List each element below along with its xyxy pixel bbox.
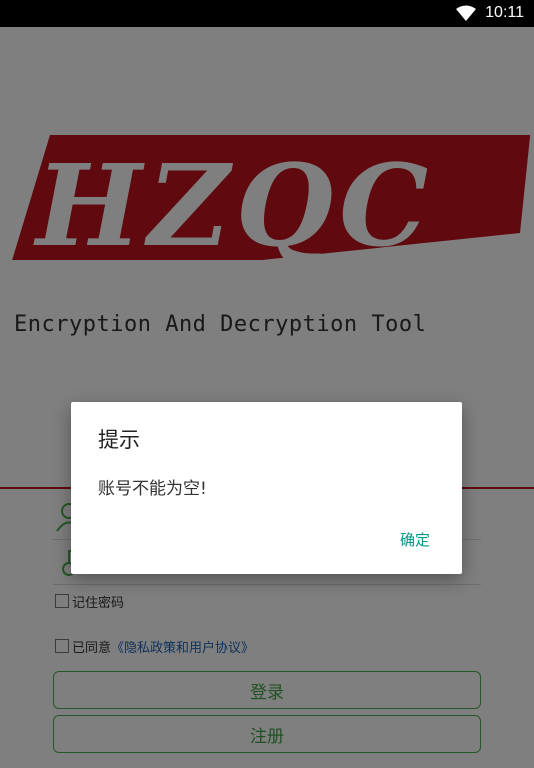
- modal-scrim[interactable]: [0, 27, 534, 768]
- dialog-message: 账号不能为空!: [98, 479, 207, 499]
- dialog-title: 提示: [98, 428, 140, 452]
- wifi-icon: [456, 5, 476, 21]
- alert-dialog: 提示 账号不能为空! 确定: [71, 402, 462, 574]
- status-time: 10:11: [485, 4, 524, 21]
- status-bar: 10:11: [0, 0, 534, 27]
- confirm-button[interactable]: 确定: [400, 529, 430, 550]
